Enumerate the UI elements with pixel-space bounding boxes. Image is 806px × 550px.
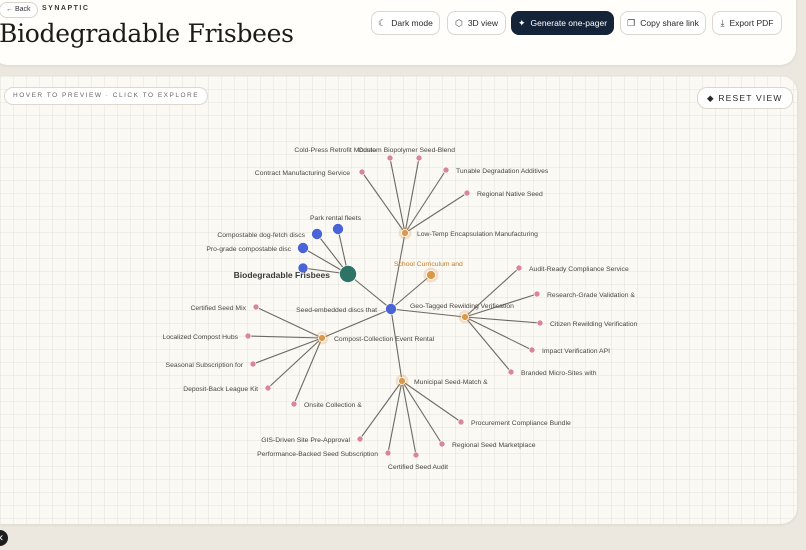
leaf-node[interactable] bbox=[249, 360, 257, 368]
leaf-node[interactable] bbox=[358, 168, 366, 176]
leaf-node[interactable] bbox=[356, 435, 364, 443]
mind-map-graph[interactable]: Cold-Press Retrofit ModuleCustom Biopoly… bbox=[0, 76, 797, 524]
category-node[interactable] bbox=[398, 377, 406, 385]
edge-compost-child bbox=[252, 337, 323, 365]
dark-mode-button[interactable]: ☾ Dark mode bbox=[371, 11, 440, 35]
hub-node[interactable] bbox=[385, 303, 397, 315]
edge-compost-child bbox=[293, 337, 323, 405]
leaf-label: Localized Compost Hubs bbox=[162, 334, 238, 341]
copy-icon: ❐ bbox=[627, 17, 636, 28]
blue-node-label[interactable]: Park rental fleets bbox=[310, 215, 362, 222]
sparkle-icon: ✦ bbox=[517, 17, 526, 28]
category-label-highlighted: School Curriculum and bbox=[394, 261, 463, 268]
blue-node[interactable] bbox=[311, 228, 323, 240]
blue-node[interactable] bbox=[297, 242, 309, 254]
reset-view-button[interactable]: ◆ RESET VIEW bbox=[697, 87, 793, 109]
3d-view-label: 3D view bbox=[467, 18, 499, 28]
leaf-label: Regional Seed Marketplace bbox=[452, 442, 536, 449]
blue-node-label[interactable]: Pro-grade compostable disc bbox=[206, 246, 291, 253]
leaf-label: Audit-Ready Compliance Service bbox=[529, 266, 629, 273]
moon-icon: ☾ bbox=[378, 17, 387, 28]
leaf-node[interactable] bbox=[264, 384, 272, 392]
leaf-label: Contract Manufacturing Service bbox=[255, 170, 350, 177]
leaf-node[interactable] bbox=[438, 440, 446, 448]
leaf-label: Citizen Rewilding Verification bbox=[550, 321, 637, 328]
reset-view-label: RESET VIEW bbox=[718, 93, 783, 103]
blue-node[interactable] bbox=[332, 223, 344, 235]
root-label: Biodegradable Frisbees bbox=[234, 270, 331, 280]
leaf-node[interactable] bbox=[415, 154, 423, 162]
brand-name: SYNAPTIC bbox=[42, 5, 90, 12]
category-node-highlighted[interactable] bbox=[426, 270, 436, 280]
category-label: Geo-Tagged Rewilding Verification bbox=[410, 303, 514, 310]
leaf-label: Impact Verification API bbox=[542, 348, 610, 355]
leaf-node[interactable] bbox=[536, 319, 544, 327]
leaf-node[interactable] bbox=[463, 189, 471, 197]
edge-geo-child bbox=[464, 316, 512, 373]
leaf-label: Tunable Degradation Additives bbox=[456, 168, 549, 175]
leaf-label: Custom Biopolymer Seed-Blend bbox=[358, 147, 455, 154]
leaf-label: GIS-Driven Site Pre-Approval bbox=[261, 437, 350, 444]
leaf-node[interactable] bbox=[386, 154, 394, 162]
leaf-node[interactable] bbox=[457, 418, 465, 426]
leaf-label: Deposit-Back League Kit bbox=[183, 386, 258, 393]
close-icon[interactable]: ✕ bbox=[0, 530, 8, 546]
diamond-icon: ◆ bbox=[707, 93, 715, 103]
leaf-node[interactable] bbox=[528, 346, 536, 354]
leaf-node[interactable] bbox=[252, 303, 260, 311]
generate-one-pager-button[interactable]: ✦ Generate one-pager bbox=[511, 11, 614, 35]
category-label: Low-Temp Encapsulation Manufacturing bbox=[417, 231, 538, 238]
interaction-hint: HOVER TO PREVIEW · CLICK TO EXPLORE bbox=[4, 87, 209, 105]
page-title: Biodegradable Frisbees bbox=[0, 19, 294, 48]
leaf-label: Branded Micro-Sites with bbox=[521, 370, 597, 377]
leaf-label: Performance-Backed Seed Subscription bbox=[257, 451, 378, 458]
leaf-label: Regional Native Seed bbox=[477, 191, 543, 198]
leaf-node[interactable] bbox=[533, 290, 541, 298]
leaf-node[interactable] bbox=[290, 400, 298, 408]
header-bar: ← Back SYNAPTIC Biodegradable Frisbees ☾… bbox=[0, 0, 796, 65]
leaf-label: Procurement Compliance Bundle bbox=[471, 420, 571, 427]
copy-share-link-label: Copy share link bbox=[640, 18, 699, 28]
category-node[interactable] bbox=[318, 334, 326, 342]
export-pdf-label: Export PDF bbox=[729, 18, 774, 28]
3d-view-button[interactable]: ⬡ 3D view bbox=[447, 11, 506, 35]
dark-mode-label: Dark mode bbox=[391, 18, 433, 28]
leaf-label: Certified Seed Audit bbox=[388, 464, 448, 471]
category-label: Compost-Collection Event Rental bbox=[334, 336, 435, 343]
category-label: Municipal Seed-Match & bbox=[414, 379, 488, 386]
edge-low_temp-child bbox=[404, 192, 468, 234]
edge-hub-geo bbox=[390, 308, 466, 318]
hub-label: Seed-embedded discs that bbox=[296, 307, 377, 314]
download-icon: ⤓ bbox=[720, 17, 725, 28]
copy-share-link-button[interactable]: ❐ Copy share link bbox=[620, 11, 706, 35]
leaf-node[interactable] bbox=[515, 264, 523, 272]
leaf-node[interactable] bbox=[244, 332, 252, 340]
back-button[interactable]: ← Back bbox=[0, 2, 38, 18]
category-node[interactable] bbox=[401, 229, 409, 237]
leaf-label: Onsite Collection & bbox=[304, 402, 362, 409]
leaf-node[interactable] bbox=[384, 449, 392, 457]
edge-hub-municipal bbox=[390, 308, 403, 382]
leaf-label: Certified Seed Mix bbox=[190, 305, 246, 312]
back-label: Back bbox=[14, 6, 31, 13]
edge-compost-child bbox=[267, 337, 323, 389]
export-pdf-button[interactable]: ⤓ Export PDF bbox=[712, 11, 782, 35]
category-node[interactable] bbox=[461, 313, 469, 321]
leaf-label: Seasonal Subscription for bbox=[166, 362, 244, 369]
edge-municipal-child bbox=[387, 380, 403, 454]
graph-canvas[interactable]: Cold-Press Retrofit Module Custom Biopoly… bbox=[0, 76, 797, 524]
blue-node-label[interactable]: Compostable dog-fetch discs bbox=[217, 232, 305, 239]
leaf-node[interactable] bbox=[412, 451, 420, 459]
cube-icon: ⬡ bbox=[454, 17, 463, 28]
leaf-node[interactable] bbox=[507, 368, 515, 376]
root-node[interactable] bbox=[339, 265, 357, 283]
edge-municipal-child bbox=[401, 380, 462, 423]
edge-compost-child bbox=[247, 335, 323, 339]
arrow-left-icon: ← bbox=[6, 6, 13, 13]
edge-municipal-child bbox=[359, 380, 403, 440]
leaf-label: Research-Grade Validation & bbox=[547, 292, 635, 299]
edge-hub-low_temp bbox=[390, 232, 406, 310]
leaf-node[interactable] bbox=[442, 166, 450, 174]
generate-one-pager-label: Generate one-pager bbox=[530, 18, 608, 28]
